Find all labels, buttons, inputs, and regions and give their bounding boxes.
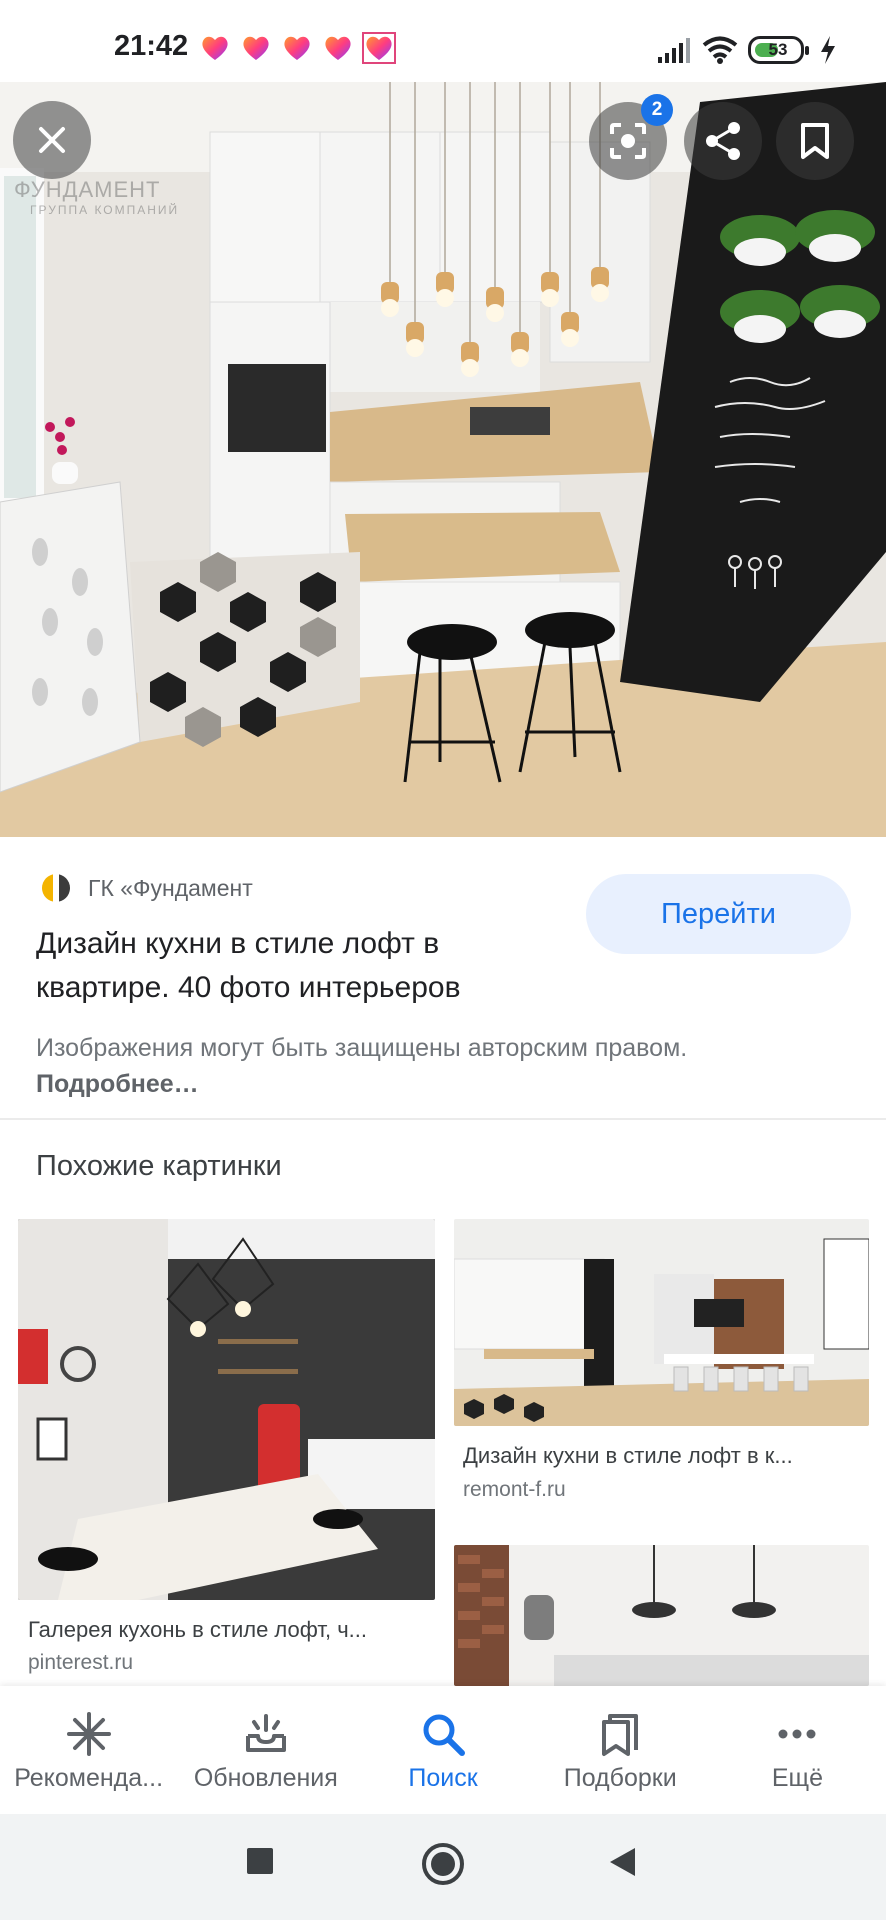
asterisk-icon bbox=[66, 1712, 111, 1756]
related-image-card[interactable] bbox=[18, 1219, 435, 1600]
related-image-domain: remont-f.ru bbox=[463, 1478, 566, 1501]
nav-label: Рекоменда... bbox=[14, 1764, 164, 1792]
source-name: ГК «Фундамент bbox=[88, 874, 253, 901]
inbox-icon bbox=[245, 1714, 286, 1752]
nav-label: Ещё bbox=[771, 1764, 823, 1792]
source-logo-icon bbox=[42, 872, 70, 904]
nav-item-more[interactable]: Ещё bbox=[709, 1686, 886, 1814]
search-icon bbox=[423, 1714, 465, 1756]
bookmark-icon bbox=[801, 123, 829, 159]
notification-icons bbox=[200, 32, 396, 64]
related-image-caption[interactable]: Галерея кухонь в стиле лофт, ч... bbox=[28, 1617, 428, 1643]
copyright-text: Изображения могут быть защищены авторски… bbox=[36, 1034, 688, 1062]
result-title[interactable]: Дизайн кухни в стиле лофт в квартире. 40… bbox=[36, 922, 556, 1010]
watermark-text: ФУНДАМЕНТ bbox=[14, 177, 161, 202]
back-button[interactable] bbox=[607, 1846, 637, 1878]
related-image-card[interactable] bbox=[454, 1219, 869, 1426]
close-icon bbox=[39, 127, 65, 153]
heart-icon bbox=[243, 36, 269, 60]
watermark-subtext: ГРУППА КОМПАНИЙ bbox=[30, 203, 180, 217]
nav-item-search[interactable]: Поиск bbox=[354, 1686, 531, 1814]
status-bar: 21:42 53 bbox=[0, 0, 886, 82]
related-section-title: Похожие картинки bbox=[36, 1150, 282, 1182]
nav-item-collections[interactable]: Подборки bbox=[532, 1686, 709, 1814]
status-time: 21:42 bbox=[114, 30, 189, 62]
close-button[interactable] bbox=[13, 101, 91, 179]
nav-item-updates[interactable]: Обновления bbox=[177, 1686, 354, 1814]
related-image bbox=[18, 1219, 435, 1600]
bottom-navigation: Рекоменда... Обновления Поиск Подборки Е… bbox=[0, 1686, 886, 1814]
related-image-caption[interactable]: Дизайн кухни в стиле лофт в к... bbox=[463, 1443, 863, 1469]
collections-icon bbox=[602, 1714, 639, 1756]
more-icon bbox=[778, 1729, 816, 1739]
source-row[interactable]: ГК «Фундамент bbox=[36, 872, 253, 904]
related-image-card[interactable] bbox=[454, 1545, 869, 1686]
nav-label: Подборки bbox=[563, 1764, 677, 1792]
battery-level: 53 bbox=[768, 40, 788, 59]
nav-item-recommendations[interactable]: Рекоменда... bbox=[0, 1686, 177, 1814]
nav-label: Обновления bbox=[193, 1764, 338, 1792]
signal-icon bbox=[658, 38, 690, 63]
share-button[interactable] bbox=[684, 102, 762, 180]
battery-icon: 53 bbox=[748, 36, 809, 64]
related-image bbox=[454, 1219, 869, 1426]
home-button[interactable] bbox=[421, 1842, 465, 1886]
heart-icon bbox=[325, 36, 351, 60]
lens-icon bbox=[610, 123, 646, 159]
system-navigation-bar bbox=[0, 1814, 886, 1920]
learn-more-link[interactable]: Подробнее… bbox=[36, 1070, 199, 1098]
related-image-domain: pinterest.ru bbox=[28, 1651, 134, 1674]
wifi-icon bbox=[702, 36, 738, 64]
nav-label: Поиск bbox=[408, 1764, 478, 1792]
divider bbox=[0, 1118, 886, 1120]
heart-icon bbox=[362, 32, 396, 64]
save-button[interactable] bbox=[776, 102, 854, 180]
hero-image[interactable]: ФУНДАМЕНТ ГРУППА КОМПАНИЙ 2 bbox=[0, 82, 886, 837]
related-image bbox=[454, 1545, 869, 1686]
system-status-icons: 53 bbox=[658, 34, 836, 66]
share-icon bbox=[706, 122, 740, 160]
visit-button[interactable]: Перейти bbox=[586, 874, 851, 954]
recents-button[interactable] bbox=[245, 1846, 275, 1876]
charging-icon bbox=[821, 36, 835, 64]
heart-icon bbox=[202, 36, 228, 60]
watermark: ФУНДАМЕНТ ГРУППА КОМПАНИЙ bbox=[14, 177, 179, 217]
heart-icon bbox=[284, 36, 310, 60]
lens-count-badge: 2 bbox=[641, 94, 673, 126]
copyright-notice: Изображения могут быть защищены авторски… bbox=[36, 1030, 736, 1102]
